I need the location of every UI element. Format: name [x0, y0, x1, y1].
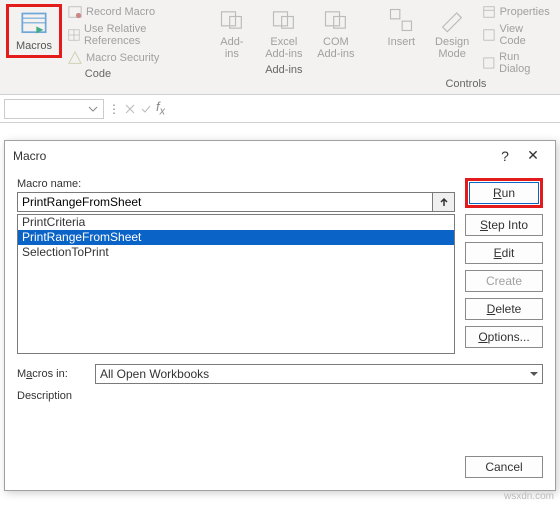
- com-addins-button[interactable]: COM Add-ins: [312, 4, 360, 62]
- com-addins-icon: [322, 6, 350, 34]
- record-macro-button[interactable]: Record Macro: [66, 4, 190, 20]
- excel-addins-icon: [270, 6, 298, 34]
- addins-icon: [218, 6, 246, 34]
- arrow-up-icon: [438, 196, 450, 208]
- addins-label: Add- ins: [220, 36, 243, 60]
- step-into-button[interactable]: Step Into: [465, 214, 543, 236]
- group-label-controls: Controls: [445, 76, 486, 94]
- highlight-macros: Macros: [6, 4, 62, 58]
- run-dialog-button[interactable]: Run Dialog: [480, 50, 554, 76]
- macro-listbox[interactable]: PrintCriteria PrintRangeFromSheet Select…: [17, 214, 455, 354]
- run-button[interactable]: Run: [469, 182, 539, 204]
- macros-icon: [20, 10, 48, 38]
- grid-icon: [68, 28, 80, 42]
- record-icon: [68, 5, 82, 19]
- reference-button[interactable]: [433, 192, 455, 212]
- insert-label: Insert: [388, 36, 416, 48]
- ribbon-group-controls: Insert Design Mode Properties View Code: [378, 4, 554, 94]
- relative-refs-label: Use Relative References: [84, 23, 188, 47]
- macros-in-combo[interactable]: All Open Workbooks: [95, 364, 543, 384]
- chevron-down-icon: [87, 103, 99, 115]
- macros-label: Macros: [16, 40, 52, 52]
- design-icon: [438, 6, 466, 34]
- delete-button[interactable]: Delete: [465, 298, 543, 320]
- record-macro-label: Record Macro: [86, 6, 155, 18]
- macro-security-label: Macro Security: [86, 52, 159, 64]
- help-button[interactable]: ?: [491, 148, 519, 164]
- group-label-code: Code: [85, 66, 111, 84]
- macros-in-value: All Open Workbooks: [100, 367, 209, 381]
- design-label: Design Mode: [435, 36, 469, 60]
- list-item-selected[interactable]: PrintRangeFromSheet: [18, 230, 454, 245]
- divider: ⋮: [108, 102, 120, 116]
- list-item[interactable]: PrintCriteria: [18, 215, 454, 230]
- edit-button[interactable]: Edit: [465, 242, 543, 264]
- description-area: [17, 404, 543, 444]
- cancel-button[interactable]: Cancel: [465, 456, 543, 478]
- close-button[interactable]: ✕: [519, 147, 547, 164]
- run-dialog-label: Run Dialog: [499, 51, 552, 75]
- excel-addins-label: Excel Add-ins: [265, 36, 302, 60]
- com-addins-label: COM Add-ins: [317, 36, 354, 60]
- highlight-run: Run: [465, 178, 543, 208]
- macro-security-button[interactable]: Macro Security: [66, 50, 190, 66]
- addins-button[interactable]: Add- ins: [208, 4, 256, 62]
- ribbon-group-code: Macros Record Macro Use Relative Referen…: [6, 4, 190, 94]
- insert-button[interactable]: Insert: [378, 4, 425, 50]
- relative-refs-button[interactable]: Use Relative References: [66, 22, 190, 48]
- name-box[interactable]: [4, 99, 104, 119]
- enter-check-icon[interactable]: [140, 103, 152, 115]
- macro-name-label: Macro name:: [17, 178, 455, 190]
- create-button: Create: [465, 270, 543, 292]
- run-dialog-icon: [482, 56, 496, 70]
- list-item[interactable]: SelectionToPrint: [18, 245, 454, 260]
- cancel-x-icon[interactable]: [124, 103, 136, 115]
- ribbon-group-addins: Add- ins Excel Add-ins COM Add-ins Add-i…: [208, 4, 360, 94]
- view-code-label: View Code: [499, 23, 552, 47]
- description-label: Description: [17, 390, 543, 402]
- insert-icon: [387, 6, 415, 34]
- macros-in-label: Macros in:: [17, 368, 87, 380]
- dialog-titlebar: Macro ? ✕: [5, 141, 555, 170]
- macros-button[interactable]: Macros: [10, 8, 58, 54]
- watermark: wsxdn.com: [504, 491, 554, 502]
- fx-icon[interactable]: fx: [156, 99, 165, 118]
- view-code-icon: [482, 28, 496, 42]
- excel-addins-button[interactable]: Excel Add-ins: [260, 4, 308, 62]
- properties-button[interactable]: Properties: [480, 4, 554, 20]
- properties-label: Properties: [500, 6, 550, 18]
- ribbon: Macros Record Macro Use Relative Referen…: [0, 0, 560, 95]
- view-code-button[interactable]: View Code: [480, 22, 554, 48]
- formula-bar: ⋮ fx: [0, 95, 560, 123]
- warning-icon: [68, 51, 82, 65]
- design-mode-button[interactable]: Design Mode: [429, 4, 476, 62]
- macro-name-input[interactable]: [17, 192, 433, 212]
- dialog-title: Macro: [13, 149, 491, 163]
- group-label-addins: Add-ins: [265, 62, 302, 80]
- options-button[interactable]: Options...: [465, 326, 543, 348]
- properties-icon: [482, 5, 496, 19]
- macro-dialog: Macro ? ✕ Macro name: PrintCriteria Prin…: [4, 140, 556, 491]
